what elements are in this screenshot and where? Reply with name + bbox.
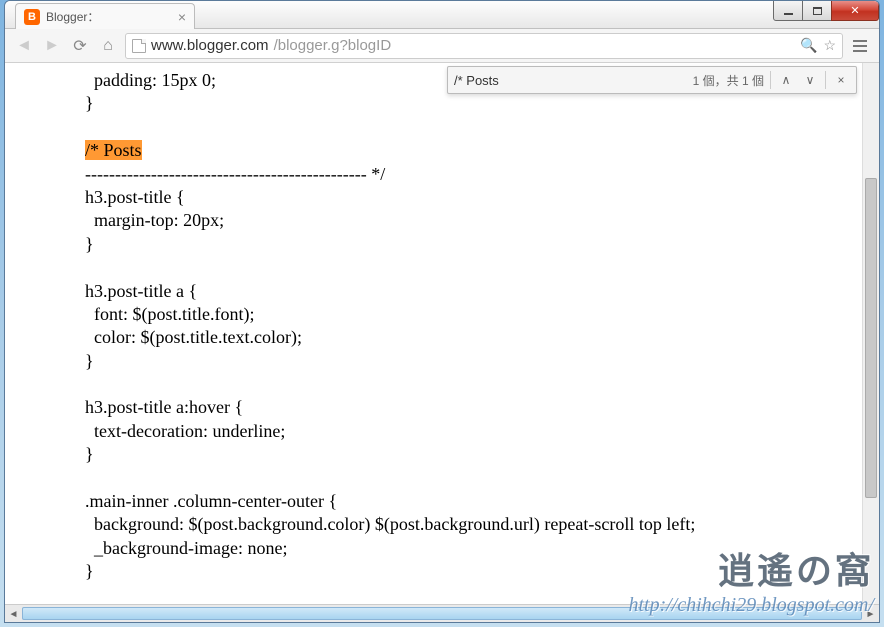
- close-button[interactable]: ✕: [831, 0, 879, 21]
- url-path: /blogger.g?blogID: [274, 37, 392, 54]
- back-button[interactable]: ◄: [13, 35, 35, 57]
- code-line: [85, 467, 879, 490]
- bookmark-star-icon[interactable]: ☆: [823, 37, 836, 54]
- scrollbar-thumb[interactable]: [865, 178, 877, 498]
- forward-button[interactable]: ►: [41, 35, 63, 57]
- code-line: [85, 373, 879, 396]
- vertical-scrollbar[interactable]: [862, 63, 879, 604]
- zoom-icon[interactable]: 🔍: [800, 37, 817, 54]
- find-bar: 1 個，共 1 個 ∧ ∨ ×: [447, 66, 857, 94]
- blogger-favicon: B: [24, 9, 40, 25]
- find-highlight: /* Posts: [85, 140, 142, 160]
- tab-strip: B Blogger： ×: [5, 1, 879, 29]
- minimize-button[interactable]: [773, 0, 803, 21]
- url-host: www.blogger.com: [151, 37, 269, 54]
- code-line: }: [85, 92, 879, 115]
- code-line: margin-top: 20px;: [85, 209, 879, 232]
- code-line: ----------------------------------------…: [85, 163, 879, 186]
- scroll-right-icon[interactable]: ►: [862, 605, 879, 623]
- code-line: }: [85, 350, 879, 373]
- menu-button[interactable]: [849, 35, 871, 57]
- page-content: 1 個，共 1 個 ∧ ∨ × padding: 15px 0; } /* Po…: [5, 63, 879, 604]
- code-line: }: [85, 443, 879, 466]
- find-prev-button[interactable]: ∧: [777, 71, 795, 89]
- code-content[interactable]: padding: 15px 0; } /* Posts ------------…: [5, 63, 879, 584]
- horizontal-scrollbar[interactable]: ◄ ►: [5, 604, 879, 622]
- code-line: [85, 256, 879, 279]
- browser-tab[interactable]: B Blogger： ×: [15, 3, 195, 29]
- scroll-left-icon[interactable]: ◄: [5, 605, 22, 623]
- code-line: background: $(post.background.color) $(p…: [85, 513, 879, 536]
- find-close-button[interactable]: ×: [832, 71, 850, 89]
- code-line: text-decoration: underline;: [85, 420, 879, 443]
- code-line: .main-inner .column-center-outer {: [85, 490, 879, 513]
- find-count: 1 個，共 1 個: [693, 72, 764, 89]
- tab-close-icon[interactable]: ×: [178, 9, 186, 25]
- code-line: /* Posts: [85, 139, 879, 162]
- maximize-button[interactable]: [802, 0, 832, 21]
- code-line: _background-image: none;: [85, 537, 879, 560]
- code-line: }: [85, 560, 879, 583]
- home-button[interactable]: ⌂: [97, 35, 119, 57]
- address-bar[interactable]: www.blogger.com/blogger.g?blogID 🔍 ☆: [125, 33, 843, 59]
- reload-button[interactable]: ⟳: [69, 35, 91, 57]
- find-next-button[interactable]: ∨: [801, 71, 819, 89]
- code-line: [85, 116, 879, 139]
- code-line: h3.post-title a:hover {: [85, 396, 879, 419]
- window-controls: ✕: [774, 0, 879, 21]
- code-line: font: $(post.title.font);: [85, 303, 879, 326]
- titlebar: B Blogger： × ✕: [5, 1, 879, 29]
- code-line: }: [85, 233, 879, 256]
- code-line: h3.post-title {: [85, 186, 879, 209]
- toolbar: ◄ ► ⟳ ⌂ www.blogger.com/blogger.g?blogID…: [5, 29, 879, 63]
- scrollbar-thumb[interactable]: [22, 607, 862, 620]
- tab-title: Blogger：: [46, 8, 99, 25]
- browser-window: B Blogger： × ✕ ◄ ► ⟳ ⌂ www.blogger.com/b…: [4, 0, 880, 623]
- page-icon: [132, 39, 146, 53]
- code-line: h3.post-title a {: [85, 280, 879, 303]
- find-input[interactable]: [454, 73, 687, 88]
- code-line: color: $(post.title.text.color);: [85, 326, 879, 349]
